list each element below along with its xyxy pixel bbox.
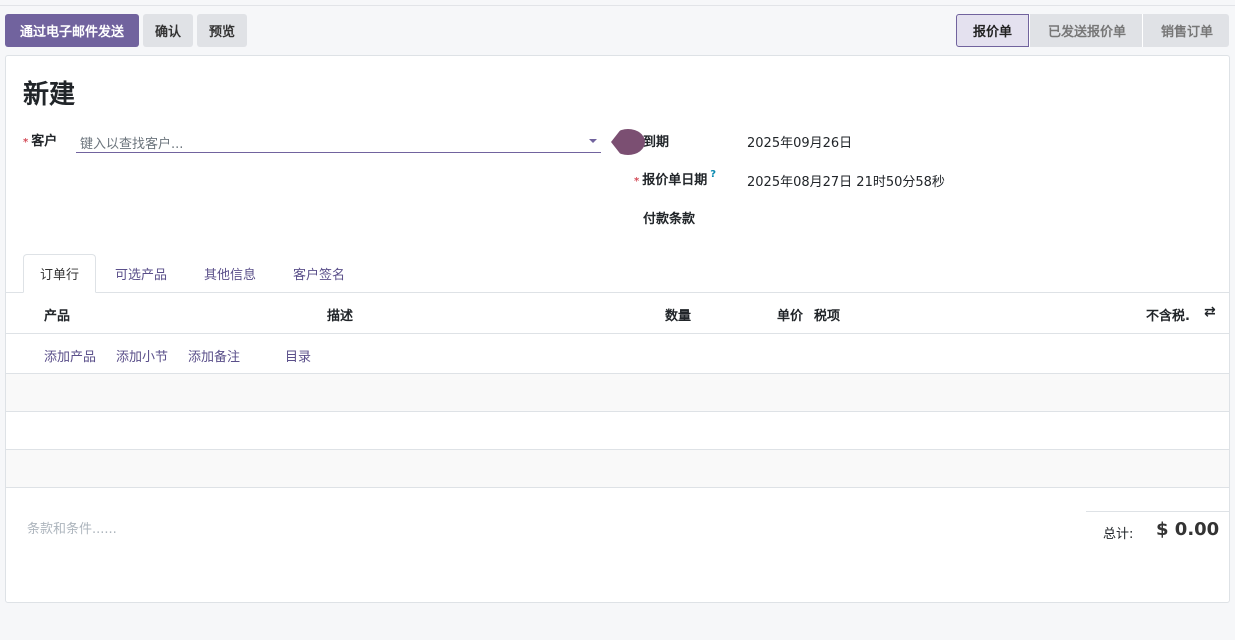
col-unit-price[interactable]: 单价 xyxy=(777,305,803,324)
status-quotation[interactable]: 报价单 xyxy=(955,14,1029,47)
col-taxes[interactable]: 税项 xyxy=(814,305,840,324)
add-product-link[interactable]: 添加产品 xyxy=(44,346,96,365)
total-label: 总计: xyxy=(1103,527,1134,542)
top-divider xyxy=(0,5,1235,6)
table-row xyxy=(6,450,1229,488)
add-section-link[interactable]: 添加小节 xyxy=(116,346,168,365)
status-sales-order[interactable]: 销售订单 xyxy=(1141,14,1229,47)
customer-placeholder: 键入以查找客户... xyxy=(80,137,184,152)
notebook-tabs: 订单行 可选产品 其他信息 客户签名 xyxy=(6,254,1229,293)
col-product[interactable]: 产品 xyxy=(44,305,70,324)
page-title: 新建 xyxy=(23,80,76,110)
add-line-row: 添加产品 添加小节 添加备注 目录 xyxy=(6,334,1229,374)
col-quantity[interactable]: 数量 xyxy=(665,305,691,324)
tab-other-info[interactable]: 其他信息 xyxy=(188,254,272,293)
table-row xyxy=(6,412,1229,450)
catalog-link[interactable]: 目录 xyxy=(285,346,311,365)
tab-order-lines[interactable]: 订单行 xyxy=(23,254,97,293)
payment-terms-label: 付款条款 xyxy=(643,212,696,227)
add-note-link[interactable]: 添加备注 xyxy=(188,346,240,365)
total-value: $ 0.00 xyxy=(1156,519,1220,540)
quote-date-value[interactable]: 2025年08月27日 21时50分58秒 xyxy=(747,171,945,190)
table-row xyxy=(6,374,1229,412)
customer-input[interactable]: 键入以查找客户... xyxy=(76,128,601,153)
tab-optional-products[interactable]: 可选产品 xyxy=(99,254,183,293)
column-settings-icon[interactable]: ⇄ xyxy=(1204,304,1216,320)
pointer-cursor-icon xyxy=(611,129,645,155)
confirm-button[interactable]: 确认 xyxy=(143,14,193,47)
expiration-value[interactable]: 2025年09月26日 xyxy=(747,132,852,151)
tab-customer-signature[interactable]: 客户签名 xyxy=(277,254,361,293)
col-subtotal[interactable]: 不含税. xyxy=(1146,305,1190,324)
dropdown-caret-icon[interactable] xyxy=(589,139,597,143)
preview-button[interactable]: 预览 xyxy=(197,14,247,47)
status-quotation-sent[interactable]: 已发送报价单 xyxy=(1028,14,1142,47)
table-header: 产品 描述 数量 单价 税项 不含税. ⇄ xyxy=(6,293,1229,334)
total-divider xyxy=(1086,511,1229,512)
form-sheet: 新建 * 客户 键入以查找客户... 到期 2025年09月26日 * 报价单日期?… xyxy=(5,55,1230,603)
col-description[interactable]: 描述 xyxy=(327,305,353,324)
expiration-label: 到期 xyxy=(643,135,670,150)
customer-label: * 客户 xyxy=(23,134,58,149)
help-icon[interactable]: ? xyxy=(710,169,716,180)
status-bar: 报价单 已发送报价单 销售订单 xyxy=(955,14,1229,47)
send-by-email-button[interactable]: 通过电子邮件发送 xyxy=(5,14,139,47)
terms-input[interactable]: 条款和条件...... xyxy=(27,518,117,537)
quote-date-label: * 报价单日期? xyxy=(634,169,717,188)
